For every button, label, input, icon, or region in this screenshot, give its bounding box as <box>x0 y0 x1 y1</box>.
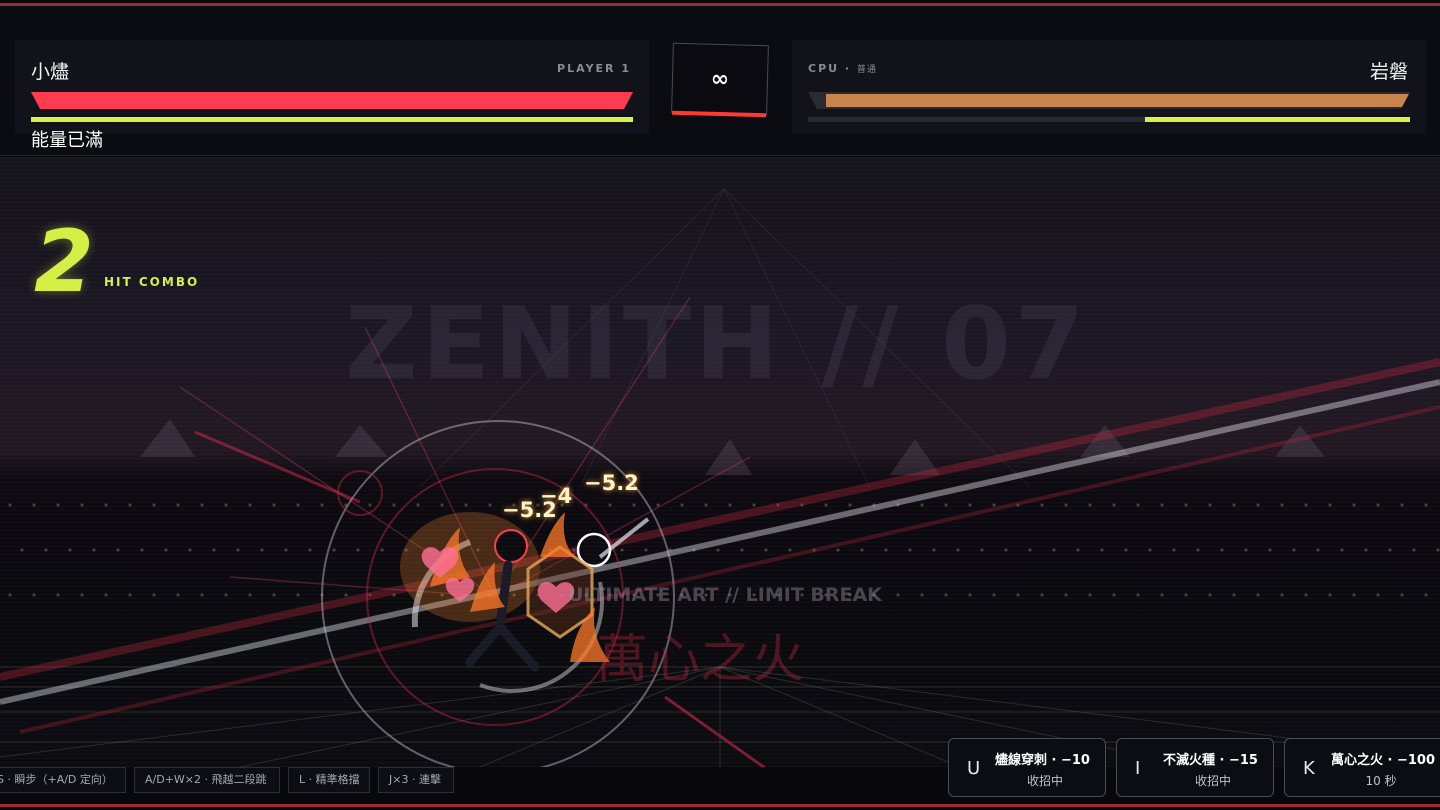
skill-slot-i[interactable]: I 不滅火種 · −15 收招中 <box>1116 738 1274 797</box>
ultimate-art-label: ULTIMATE ART // LIMIT BREAK <box>568 584 882 606</box>
skill-key: K <box>1303 758 1315 779</box>
player2-energy-bar <box>808 117 1410 122</box>
player2-tag-label: CPU <box>808 62 840 75</box>
player2-name: 岩磐 <box>1369 61 1408 83</box>
combo-label: HIT COMBO <box>104 275 200 289</box>
skill-slot-u[interactable]: U 燼線穿刺 · −10 收招中 <box>948 738 1106 797</box>
control-hint-parry: L · 精準格擋 <box>288 767 370 793</box>
skill-name: 不滅火種 · −15 <box>1163 753 1258 768</box>
ultimate-name-watermark: 萬心之火 <box>596 630 805 690</box>
player2-panel: CPU · 普通 岩磐 <box>792 40 1426 134</box>
bottom-edge-line <box>0 804 1440 807</box>
player2-energy-fill <box>1145 117 1410 122</box>
player1-panel: 小燼 PLAYER 1 <box>15 40 649 134</box>
timer-accent <box>672 110 767 118</box>
player1-energy-status: 能量已滿 <box>31 130 103 151</box>
skill-name: 燼線穿刺 · −10 <box>995 753 1090 768</box>
hud-bar: 小燼 PLAYER 1 ∞ CPU · 普通 岩磐 能量已滿 <box>0 6 1440 156</box>
skill-key: U <box>967 758 981 779</box>
skill-slot-k[interactable]: K 萬心之火 · −100 10 秒 <box>1284 738 1440 797</box>
skill-status: 收招中 <box>1026 774 1063 788</box>
timer-value: ∞ <box>710 66 730 93</box>
skill-name: 萬心之火 · −100 <box>1331 753 1436 768</box>
arena: ZENITH // 07 ULTIMATE ART // LIMIT BREAK… <box>0 157 1440 767</box>
player1-health-bar <box>31 92 633 109</box>
player2-health-bar <box>808 92 1410 109</box>
control-hint-combo: J×3 · 連擊 <box>378 767 454 793</box>
player1-name: 小燼 <box>31 61 70 83</box>
combo-counter: 2 HIT COMBO <box>34 212 197 312</box>
player2-health-fill <box>826 94 1410 107</box>
damage-number: −4 <box>540 484 573 508</box>
skill-status: 收招中 <box>1194 774 1231 788</box>
control-hint-dash: S · 瞬步（+A/D 定向） <box>0 767 126 793</box>
player1-energy-fill <box>31 117 633 122</box>
stage-title-watermark: ZENITH // 07 <box>345 285 1089 402</box>
player2-difficulty: 普通 <box>856 65 877 75</box>
player2-tag: CPU · 普通 <box>808 62 877 75</box>
damage-number: −5.2 <box>584 471 639 495</box>
combo-count: 2 <box>34 212 94 312</box>
player1-tag: PLAYER 1 <box>557 62 631 75</box>
round-timer: ∞ <box>671 42 769 118</box>
skill-key: I <box>1135 758 1141 779</box>
control-hint-double-jump: A/D+W×2 · 飛越二段跳 <box>134 767 280 793</box>
player1-health-fill <box>31 92 633 109</box>
skill-status: 10 秒 <box>1365 774 1397 788</box>
player1-energy-bar <box>31 117 633 122</box>
